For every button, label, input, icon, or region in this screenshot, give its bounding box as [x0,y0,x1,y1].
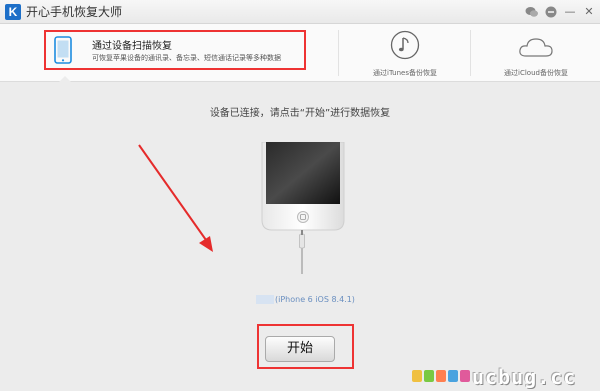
tab-device-scan[interactable]: 通过设备扫描恢复 可恢复苹果设备的通讯录、备忘录、短信通话记录等多种数据 [0,24,338,83]
tab-itunes-label: 通过iTunes备份恢复 [373,69,437,77]
tab-divider [338,30,339,76]
watermark-dot [460,370,470,382]
title-bar: K 开心手机恢复大师 — ✕ [0,0,600,24]
tab-highlight-box [44,30,306,70]
tab-icloud-label: 通过iCloud备份恢复 [504,69,568,77]
active-tab-caret [58,76,72,83]
music-note-icon [390,30,420,60]
minimize-icon[interactable]: — [563,5,577,19]
device-model-text: (iPhone 6 iOS 8.4.1) [275,295,355,304]
connected-phone-image [261,142,345,231]
watermark-dot [436,370,446,382]
window-controls: — ✕ [525,3,596,21]
tab-device-title: 通过设备扫描恢复 [92,41,172,52]
watermark-dot [448,370,458,382]
watermark-dot [412,370,422,382]
tab-icloud-backup[interactable]: 通过iCloud备份恢复 [472,24,600,82]
close-icon[interactable]: ✕ [582,5,596,19]
watermark-logo-icon [412,370,470,382]
app-logo-icon: K [5,4,21,20]
tab-divider [470,30,471,76]
start-button[interactable]: 开始 [265,336,335,362]
device-name-label: (iPhone 6 iOS 8.4.1) [256,295,355,304]
connection-instruction: 设备已连接，请点击“开始”进行数据恢复 [209,108,391,119]
redacted-device-name [256,295,274,304]
chat-icon[interactable] [544,5,558,19]
tab-device-desc: 可恢复苹果设备的通讯录、备忘录、短信通话记录等多种数据 [92,54,281,62]
app-title: 开心手机恢复大师 [26,5,123,19]
watermark-dot [424,370,434,382]
tab-itunes-backup[interactable]: 通过iTunes备份恢复 [340,24,470,82]
watermark-text: ucbug.cc [472,365,577,389]
watermark: ucbug.cc [412,364,600,391]
wechat-icon[interactable] [525,5,539,19]
usb-cable-icon [299,230,305,274]
recovery-mode-tabs: 通过设备扫描恢复 可恢复苹果设备的通讯录、备忘录、短信通话记录等多种数据 通过i… [0,24,600,83]
cloud-icon [519,38,553,57]
